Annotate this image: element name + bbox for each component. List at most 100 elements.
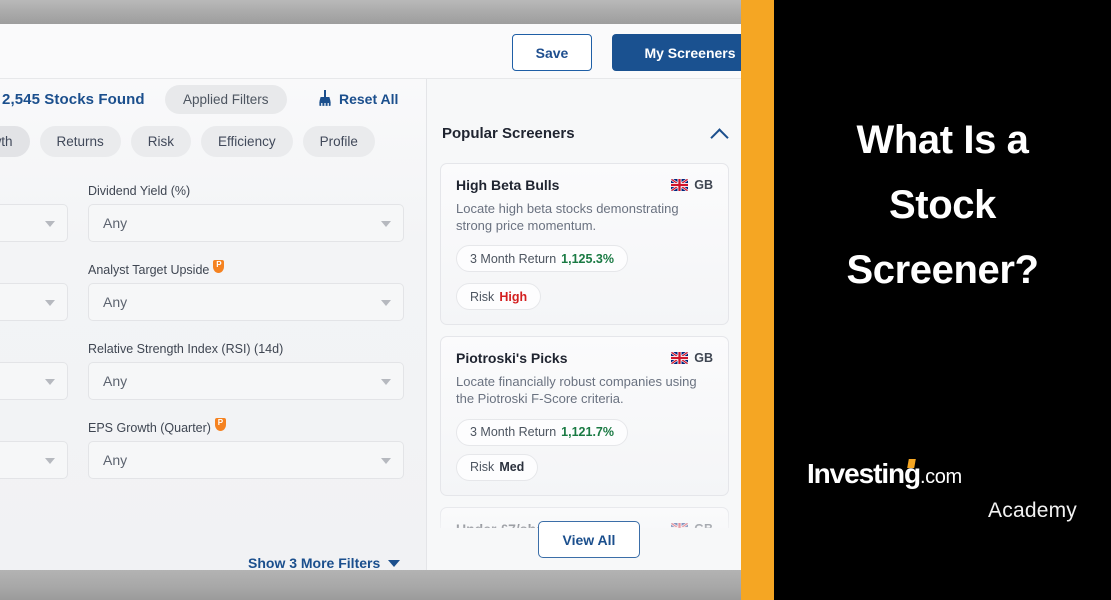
brand-tld: .com — [920, 466, 962, 488]
filters-grid: Dividend Yield (%) Any Analyst Target Up… — [0, 184, 422, 500]
promo-graphic: Save My Screeners 2,545 Stocks Found App… — [0, 0, 1111, 600]
popular-screeners-panel: Popular Screeners High Beta Bulls GB Loc… — [426, 79, 741, 570]
filter-row-analyst-target-upside: Analyst Target Upside Any — [0, 259, 422, 342]
card-region: GB — [671, 178, 713, 192]
screener-page: Save My Screeners 2,545 Stocks Found App… — [0, 24, 741, 571]
filter-left-select-2[interactable] — [0, 283, 68, 321]
screener-card[interactable]: High Beta Bulls GB Locate high beta stoc… — [440, 163, 729, 326]
filter-select-eps-growth[interactable]: Any — [88, 441, 404, 479]
card-description: Locate high beta stocks demonstrating st… — [456, 201, 679, 234]
results-row: 2,545 Stocks Found Applied Filters Reset… — [0, 79, 426, 124]
chevron-down-icon — [388, 559, 401, 567]
show-more-filters-button[interactable]: Show 3 More Filters — [248, 555, 401, 571]
brand-name: Investing — [807, 458, 921, 489]
card-region: GB — [671, 351, 713, 365]
chip-3-month-return: 3 Month Return 1,121.7% — [456, 418, 628, 446]
filter-value-dividend-yield: Any — [103, 215, 128, 231]
filter-value-analyst-target-upside: Any — [103, 294, 128, 310]
chip-label: 3 Month Return — [470, 425, 557, 440]
card-title: Piotroski's Picks — [456, 350, 568, 367]
card-region: GB — [671, 522, 713, 528]
popular-screeners-list: High Beta Bulls GB Locate high beta stoc… — [440, 163, 729, 528]
card-title: High Beta Bulls — [456, 177, 560, 193]
headline-line-1: What Is a — [856, 118, 1029, 162]
chevron-down-icon — [45, 458, 55, 464]
reset-all-button[interactable]: Reset All — [318, 90, 398, 107]
chevron-down-icon — [45, 300, 55, 306]
brand-sub-label: Academy — [988, 499, 1077, 522]
browser-chrome-top — [0, 0, 741, 24]
popular-screeners-header: Popular Screeners — [442, 125, 727, 142]
broom-icon — [319, 90, 331, 106]
headline-line-3: Screener? — [846, 247, 1039, 292]
chip-3-month-return: 3 Month Return 1,125.3% — [456, 245, 628, 273]
stocks-found-count: 2,545 Stocks Found — [2, 91, 145, 108]
filter-label-dividend-yield: Dividend Yield (%) — [88, 184, 191, 198]
promo-panel: What Is a Stock Screener? Investing .com… — [774, 0, 1111, 600]
filter-select-analyst-target-upside[interactable]: Any — [88, 283, 404, 321]
chip-value: 1,125.3% — [561, 251, 614, 266]
chevron-up-icon[interactable] — [712, 126, 727, 141]
chip-value: High — [499, 289, 528, 304]
card-description: Locate financially robust companies usin… — [456, 374, 697, 407]
tab-risk[interactable]: Risk — [130, 126, 192, 157]
screener-toolbar: Save My Screeners — [0, 24, 741, 79]
chevron-down-icon — [45, 379, 55, 385]
brand-wordmark: Investing .com — [807, 458, 1077, 490]
applied-filters-button[interactable]: Applied Filters — [165, 85, 287, 114]
card-region-code: GB — [694, 351, 713, 366]
filter-value-rsi: Any — [103, 373, 128, 389]
tab-returns[interactable]: Returns — [39, 126, 121, 157]
headline-line-2: Stock — [889, 182, 996, 227]
pro-badge-icon — [213, 259, 225, 273]
chevron-down-icon — [381, 379, 391, 385]
card-chips: 3 Month Return 1,125.3% — [456, 245, 713, 273]
screener-screenshot: Save My Screeners 2,545 Stocks Found App… — [0, 0, 741, 600]
filter-row-eps-growth: EPS Growth (Quarter) Any — [0, 417, 422, 500]
chip-label: 3 Month Return — [470, 251, 557, 266]
filter-left-select-4[interactable] — [0, 441, 68, 479]
view-all-button[interactable]: View All — [538, 521, 640, 558]
tab-profile[interactable]: Profile — [302, 126, 375, 157]
investing-com-academy-logo: Investing .com Academy — [807, 458, 1077, 523]
promo-headline: What Is a Stock Screener? — [792, 108, 1093, 302]
chevron-down-icon — [381, 300, 391, 306]
card-header: High Beta Bulls GB — [456, 177, 713, 193]
filter-label-eps-growth: EPS Growth (Quarter) — [88, 417, 226, 435]
chip-value: Med — [499, 460, 525, 475]
card-chips: 3 Month Return 1,121.7% Risk Med — [456, 418, 713, 481]
screener-card[interactable]: Piotroski's Picks GB Locate financially … — [440, 336, 729, 496]
filter-label-rsi: Relative Strength Index (RSI) (14d) — [88, 342, 284, 356]
filter-value-eps-growth: Any — [103, 452, 128, 468]
chevron-down-icon — [381, 221, 391, 227]
popular-screeners-title: Popular Screeners — [442, 125, 575, 142]
card-region-code: GB — [694, 522, 713, 528]
card-region-code: GB — [694, 178, 713, 192]
tab-growth[interactable]: Growth — [0, 126, 30, 157]
filter-row-dividend-yield: Dividend Yield (%) Any — [0, 184, 422, 263]
show-more-filters-label: Show 3 More Filters — [248, 555, 381, 571]
browser-chrome-bottom — [0, 570, 741, 600]
reset-all-label: Reset All — [339, 90, 399, 107]
card-chips-risk: Risk High — [456, 283, 713, 311]
chip-risk: Risk High — [456, 283, 542, 311]
filter-label-analyst-target-upside: Analyst Target Upside — [88, 259, 225, 277]
chip-label: Risk — [470, 289, 495, 304]
filter-row-rsi: Relative Strength Index (RSI) (14d) Any — [0, 342, 422, 421]
united-kingdom-flag-icon — [671, 352, 689, 365]
filter-select-rsi[interactable]: Any — [88, 362, 404, 400]
pro-badge-icon — [214, 417, 226, 431]
chip-label: Risk — [470, 460, 495, 475]
chip-value: 1,121.7% — [561, 425, 614, 440]
chevron-down-icon — [381, 458, 391, 464]
united-kingdom-flag-icon — [671, 522, 689, 528]
chip-risk: Risk Med — [456, 453, 539, 481]
my-screeners-button[interactable]: My Screeners — [612, 34, 741, 71]
filter-left-select-1[interactable] — [0, 204, 68, 242]
card-header: Piotroski's Picks GB — [456, 350, 713, 366]
filter-left-select-3[interactable] — [0, 362, 68, 400]
filter-select-dividend-yield[interactable]: Any — [88, 204, 404, 242]
accent-bar — [741, 0, 774, 600]
save-button[interactable]: Save — [512, 34, 592, 71]
tab-efficiency[interactable]: Efficiency — [201, 126, 293, 157]
